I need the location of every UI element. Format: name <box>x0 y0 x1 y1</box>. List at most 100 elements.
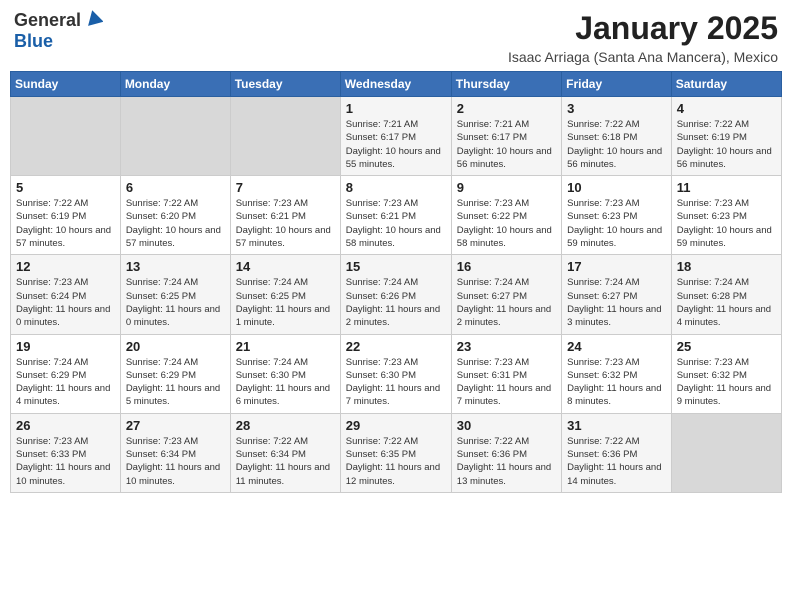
calendar-cell: 12 Sunrise: 7:23 AMSunset: 6:24 PMDayligh… <box>11 255 121 334</box>
calendar-cell <box>11 97 121 176</box>
day-number: 19 <box>16 339 115 354</box>
calendar-week-row: 12 Sunrise: 7:23 AMSunset: 6:24 PMDayligh… <box>11 255 782 334</box>
day-info: Sunrise: 7:23 AMSunset: 6:23 PMDaylight:… <box>677 197 776 250</box>
day-info: Sunrise: 7:23 AMSunset: 6:33 PMDaylight:… <box>16 435 115 488</box>
calendar-cell: 8 Sunrise: 7:23 AMSunset: 6:21 PMDaylight… <box>340 176 451 255</box>
day-info: Sunrise: 7:24 AMSunset: 6:28 PMDaylight:… <box>677 276 776 329</box>
weekday-header-row: SundayMondayTuesdayWednesdayThursdayFrid… <box>11 72 782 97</box>
day-info: Sunrise: 7:22 AMSunset: 6:36 PMDaylight:… <box>457 435 556 488</box>
calendar-cell: 25 Sunrise: 7:23 AMSunset: 6:32 PMDayligh… <box>671 334 781 413</box>
calendar-cell: 11 Sunrise: 7:23 AMSunset: 6:23 PMDayligh… <box>671 176 781 255</box>
calendar-cell: 13Sunrise: 7:24 AMSunset: 6:25 PMDayligh… <box>120 255 230 334</box>
calendar-title: January 2025 <box>508 10 778 47</box>
calendar-week-row: 19 Sunrise: 7:24 AMSunset: 6:29 PMDayligh… <box>11 334 782 413</box>
day-info: Sunrise: 7:22 AMSunset: 6:20 PMDaylight:… <box>126 197 225 250</box>
weekday-header: Monday <box>120 72 230 97</box>
calendar-cell: 27 Sunrise: 7:23 AMSunset: 6:34 PMDayligh… <box>120 413 230 492</box>
calendar-cell: 9 Sunrise: 7:23 AMSunset: 6:22 PMDaylight… <box>451 176 561 255</box>
calendar-week-row: 26 Sunrise: 7:23 AMSunset: 6:33 PMDayligh… <box>11 413 782 492</box>
calendar-subtitle: Isaac Arriaga (Santa Ana Mancera), Mexic… <box>508 49 778 65</box>
day-info: Sunrise: 7:23 AMSunset: 6:30 PMDaylight:… <box>346 356 446 409</box>
day-number: 18 <box>677 259 776 274</box>
day-info: Sunrise: 7:23 AMSunset: 6:22 PMDaylight:… <box>457 197 556 250</box>
day-number: 5 <box>16 180 115 195</box>
weekday-header: Thursday <box>451 72 561 97</box>
day-info: Sunrise: 7:23 AMSunset: 6:32 PMDaylight:… <box>567 356 666 409</box>
day-info: Sunrise: 7:22 AMSunset: 6:18 PMDaylight:… <box>567 118 666 171</box>
day-number: 28 <box>236 418 335 433</box>
day-info: Sunrise: 7:24 AMSunset: 6:29 PMDaylight:… <box>126 356 225 409</box>
weekday-header: Saturday <box>671 72 781 97</box>
calendar-cell: 24Sunrise: 7:23 AMSunset: 6:32 PMDayligh… <box>562 334 672 413</box>
day-number: 29 <box>346 418 446 433</box>
day-info: Sunrise: 7:24 AMSunset: 6:27 PMDaylight:… <box>457 276 556 329</box>
calendar-cell: 21 Sunrise: 7:24 AMSunset: 6:30 PMDayligh… <box>230 334 340 413</box>
day-info: Sunrise: 7:23 AMSunset: 6:21 PMDaylight:… <box>346 197 446 250</box>
calendar-cell: 4 Sunrise: 7:22 AMSunset: 6:19 PMDaylight… <box>671 97 781 176</box>
day-number: 13 <box>126 259 225 274</box>
day-number: 4 <box>677 101 776 116</box>
day-number: 16 <box>457 259 556 274</box>
day-info: Sunrise: 7:24 AMSunset: 6:29 PMDaylight:… <box>16 356 115 409</box>
calendar-cell: 22Sunrise: 7:23 AMSunset: 6:30 PMDayligh… <box>340 334 451 413</box>
day-info: Sunrise: 7:22 AMSunset: 6:35 PMDaylight:… <box>346 435 446 488</box>
day-number: 12 <box>16 259 115 274</box>
day-number: 25 <box>677 339 776 354</box>
calendar-cell: 10Sunrise: 7:23 AMSunset: 6:23 PMDayligh… <box>562 176 672 255</box>
day-info: Sunrise: 7:23 AMSunset: 6:31 PMDaylight:… <box>457 356 556 409</box>
calendar-cell: 1 Sunrise: 7:21 AMSunset: 6:17 PMDaylight… <box>340 97 451 176</box>
calendar-cell: 29 Sunrise: 7:22 AMSunset: 6:35 PMDayligh… <box>340 413 451 492</box>
day-info: Sunrise: 7:24 AMSunset: 6:27 PMDaylight:… <box>567 276 666 329</box>
calendar-cell: 23 Sunrise: 7:23 AMSunset: 6:31 PMDayligh… <box>451 334 561 413</box>
calendar-cell <box>671 413 781 492</box>
day-info: Sunrise: 7:23 AMSunset: 6:34 PMDaylight:… <box>126 435 225 488</box>
day-info: Sunrise: 7:21 AMSunset: 6:17 PMDaylight:… <box>346 118 446 171</box>
day-number: 15 <box>346 259 446 274</box>
day-number: 11 <box>677 180 776 195</box>
day-number: 31 <box>567 418 666 433</box>
day-info: Sunrise: 7:22 AMSunset: 6:34 PMDaylight:… <box>236 435 335 488</box>
weekday-header: Friday <box>562 72 672 97</box>
calendar-cell: 15Sunrise: 7:24 AMSunset: 6:26 PMDayligh… <box>340 255 451 334</box>
day-number: 27 <box>126 418 225 433</box>
calendar-cell: 19 Sunrise: 7:24 AMSunset: 6:29 PMDayligh… <box>11 334 121 413</box>
calendar-cell: 6 Sunrise: 7:22 AMSunset: 6:20 PMDaylight… <box>120 176 230 255</box>
weekday-header: Tuesday <box>230 72 340 97</box>
day-number: 21 <box>236 339 335 354</box>
day-info: Sunrise: 7:23 AMSunset: 6:21 PMDaylight:… <box>236 197 335 250</box>
day-info: Sunrise: 7:23 AMSunset: 6:24 PMDaylight:… <box>16 276 115 329</box>
header: General Blue January 2025 Isaac Arriaga … <box>10 10 782 65</box>
weekday-header: Wednesday <box>340 72 451 97</box>
day-info: Sunrise: 7:24 AMSunset: 6:30 PMDaylight:… <box>236 356 335 409</box>
calendar-cell: 5Sunrise: 7:22 AMSunset: 6:19 PMDaylight… <box>11 176 121 255</box>
day-number: 9 <box>457 180 556 195</box>
day-number: 6 <box>126 180 225 195</box>
calendar-week-row: 5Sunrise: 7:22 AMSunset: 6:19 PMDaylight… <box>11 176 782 255</box>
day-number: 1 <box>346 101 446 116</box>
calendar-cell: 31 Sunrise: 7:22 AMSunset: 6:36 PMDayligh… <box>562 413 672 492</box>
calendar-cell <box>120 97 230 176</box>
day-info: Sunrise: 7:22 AMSunset: 6:19 PMDaylight:… <box>677 118 776 171</box>
logo-blue: Blue <box>14 31 53 51</box>
calendar-cell: 2 Sunrise: 7:21 AMSunset: 6:17 PMDaylight… <box>451 97 561 176</box>
day-number: 2 <box>457 101 556 116</box>
calendar-table: SundayMondayTuesdayWednesdayThursdayFrid… <box>10 71 782 493</box>
title-area: January 2025 Isaac Arriaga (Santa Ana Ma… <box>508 10 778 65</box>
calendar-week-row: 1 Sunrise: 7:21 AMSunset: 6:17 PMDaylight… <box>11 97 782 176</box>
day-number: 20 <box>126 339 225 354</box>
day-number: 10 <box>567 180 666 195</box>
day-number: 23 <box>457 339 556 354</box>
logo-general: General <box>14 10 81 31</box>
calendar-cell <box>230 97 340 176</box>
calendar-cell: 3Sunrise: 7:22 AMSunset: 6:18 PMDaylight… <box>562 97 672 176</box>
day-info: Sunrise: 7:23 AMSunset: 6:32 PMDaylight:… <box>677 356 776 409</box>
day-info: Sunrise: 7:24 AMSunset: 6:25 PMDaylight:… <box>236 276 335 329</box>
day-number: 8 <box>346 180 446 195</box>
day-info: Sunrise: 7:22 AMSunset: 6:36 PMDaylight:… <box>567 435 666 488</box>
day-number: 26 <box>16 418 115 433</box>
logo-triangle-icon <box>85 8 103 31</box>
calendar-cell: 26 Sunrise: 7:23 AMSunset: 6:33 PMDayligh… <box>11 413 121 492</box>
day-number: 17 <box>567 259 666 274</box>
logo: General Blue <box>14 10 103 52</box>
day-info: Sunrise: 7:21 AMSunset: 6:17 PMDaylight:… <box>457 118 556 171</box>
